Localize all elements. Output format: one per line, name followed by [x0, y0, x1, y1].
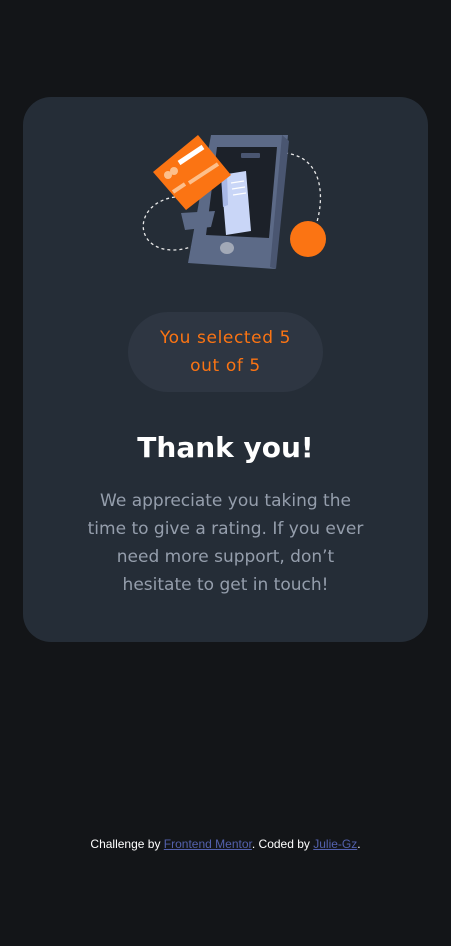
phone-receipt-card-illustration [123, 135, 328, 275]
selection-text: You selected 5 out of 5 [159, 328, 292, 376]
thank-you-message: We appreciate you taking the time to giv… [87, 491, 364, 595]
thank-you-card: You selected 5 out of 5 Thank you! We ap… [23, 97, 428, 642]
selection-badge: You selected 5 out of 5 [128, 312, 323, 392]
attribution-suffix: . [357, 837, 361, 851]
attribution-middle: . Coded by [251, 837, 314, 851]
author-link[interactable]: Julie-Gz [313, 837, 357, 851]
attribution-prefix: Challenge by [90, 837, 164, 851]
attribution-footer: Challenge by Frontend Mentor. Coded by J… [0, 835, 451, 853]
page-title: Thank you! [137, 431, 314, 464]
frontend-mentor-link[interactable]: Frontend Mentor [164, 837, 252, 851]
